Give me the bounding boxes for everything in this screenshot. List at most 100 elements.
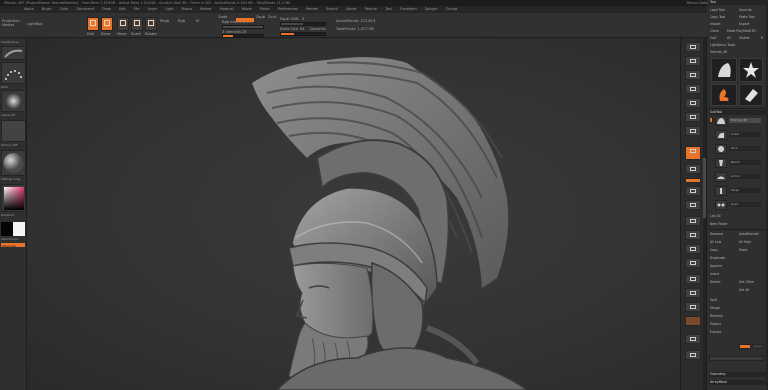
geometry-header[interactable]: Geometry [709,372,766,377]
shelf-lsym-button[interactable] [685,186,701,196]
draw-size-slider[interactable] [280,32,326,36]
export-button[interactable]: Export [739,22,749,27]
shelf-polyf-button[interactable] [685,288,701,298]
brush-picker[interactable] [1,46,26,60]
alternate-button[interactable]: Alternate [1,243,25,248]
subtool-thumb-6[interactable] [715,200,727,210]
shelf-local-button[interactable] [685,178,701,183]
menu-layer[interactable]: Layer [148,7,157,11]
menu-preferences[interactable]: Preferences [278,7,298,11]
stroke-picker[interactable] [1,62,26,84]
shelf-scroll-thumb[interactable] [703,158,706,218]
lightbox-button[interactable]: LightBox [27,22,43,26]
extract-option-button[interactable] [752,344,764,349]
insert-button[interactable]: Insert [710,272,719,277]
shelf-transp-button[interactable] [685,302,701,312]
menu-transform[interactable]: Transform [400,7,417,11]
split-button[interactable]: Split [710,298,717,303]
zsub-button[interactable]: Zsub [256,15,265,19]
make-polymesh-button[interactable]: Make PolyMesh3D [727,29,756,34]
subtool-thumb-4[interactable] [715,172,727,182]
menu-render[interactable]: Render [306,7,318,11]
tool-thumbnail-eraser[interactable] [739,84,763,106]
menu-draw[interactable]: Draw [102,7,111,11]
project-button[interactable]: Project [710,322,721,327]
subtool-thumb-1[interactable] [715,130,727,140]
lightbox-tools-button[interactable]: Lightbox ▸ Tools [710,43,735,48]
projection-master-button[interactable]: Projection Master [2,19,24,27]
dynamic-button[interactable]: Dynamic [310,27,326,31]
subtool-item-2[interactable]: Face [729,146,761,151]
rotate-button[interactable] [145,17,157,31]
paste-tool-button[interactable]: Paste Tool [739,15,755,20]
edit-button[interactable] [87,17,99,31]
subtool-header[interactable]: SubTool [709,110,766,115]
subtool-item-0[interactable]: Helmet_48 [729,118,761,123]
menu-document[interactable]: Document [77,7,95,11]
draw-button[interactable] [101,17,113,31]
mrgb-button[interactable]: Mrgb [160,19,169,23]
menu-stroke[interactable]: Stroke [346,7,357,11]
shelf-solo-button[interactable] [685,334,701,344]
tool-thumbnail-simplebrush[interactable] [711,84,737,106]
switch-color-button[interactable]: SwitchColor [1,237,19,241]
visible-button[interactable]: Visible [739,36,749,41]
del-other-button[interactable]: Del Other [739,280,754,285]
paste-button[interactable]: Paste [739,248,748,253]
append-button[interactable]: Append [710,264,722,269]
shelf-persp-button[interactable] [685,146,701,160]
shelf-move-button[interactable] [685,230,701,240]
menu-macro[interactable]: Macro [182,7,192,11]
menu-movie[interactable]: Movie [242,7,252,11]
shelf-rotate-button[interactable] [685,258,701,268]
menu-stencil[interactable]: Stencil [326,7,337,11]
merge-button[interactable]: Merge [710,306,720,311]
subtool-thumb-0[interactable] [715,116,727,126]
import-button[interactable]: Import [710,22,721,27]
m-button[interactable]: M [196,19,199,23]
shelf-scale-button[interactable] [685,244,701,254]
shelf-gxyz-button[interactable] [685,200,701,210]
secondary-color-swatch[interactable] [1,222,13,236]
color-square[interactable] [4,187,24,210]
zadd-button[interactable] [236,18,254,22]
del-all-button[interactable]: Del All [739,288,749,293]
menu-marker[interactable]: Marker [200,7,212,11]
copy-tool-button[interactable]: Copy Tool [710,15,725,20]
move-button[interactable] [117,17,129,31]
material-picker[interactable] [1,150,26,176]
extract-slider[interactable] [709,356,764,361]
save-as-button[interactable]: Save As [739,8,752,13]
menu-material[interactable]: Material [220,7,234,11]
clone-button[interactable]: Clone [710,29,719,34]
color-picker[interactable] [1,184,26,212]
tool-thumbnail-star[interactable] [739,58,763,82]
subtool-item-1[interactable]: Crest [729,132,761,137]
menu-zplugin[interactable]: Zplugin [425,7,438,11]
delete-button[interactable]: Delete [710,280,720,285]
subtool-item-3[interactable]: Beard [729,160,761,165]
shelf-scroll-button[interactable] [685,70,701,80]
menu-brush[interactable]: Brush [42,7,52,11]
shelf-ghost-button[interactable] [685,316,701,326]
shelf-dynamic-button[interactable] [685,126,701,136]
subtool-thumb-5[interactable] [715,186,727,196]
all-high-button[interactable]: All High [739,240,751,245]
subtool-item-4[interactable]: Armor [729,174,761,179]
menu-picker[interactable]: Picker [260,7,270,11]
focal-shift-slider[interactable] [280,22,326,26]
palette-title-row[interactable]: Tool [709,0,766,5]
rgb-button[interactable]: Rgb [178,19,185,23]
all-low-button[interactable]: All Low [710,240,721,245]
extract-accept-button[interactable] [739,344,751,349]
shelf-aahalf-button[interactable] [685,112,701,122]
rename-button[interactable]: Rename [710,232,723,237]
duplicate-button[interactable]: Duplicate [710,256,725,261]
shelf-floor-button[interactable] [685,164,701,174]
shelf-bpr-button[interactable] [685,42,701,52]
extract-button[interactable]: Extract [710,330,721,335]
main-color-swatch[interactable] [13,222,25,236]
menu-edit[interactable]: Edit [119,7,126,11]
menu-zscript[interactable]: Zscript [446,7,458,11]
texture-picker[interactable] [1,120,26,142]
